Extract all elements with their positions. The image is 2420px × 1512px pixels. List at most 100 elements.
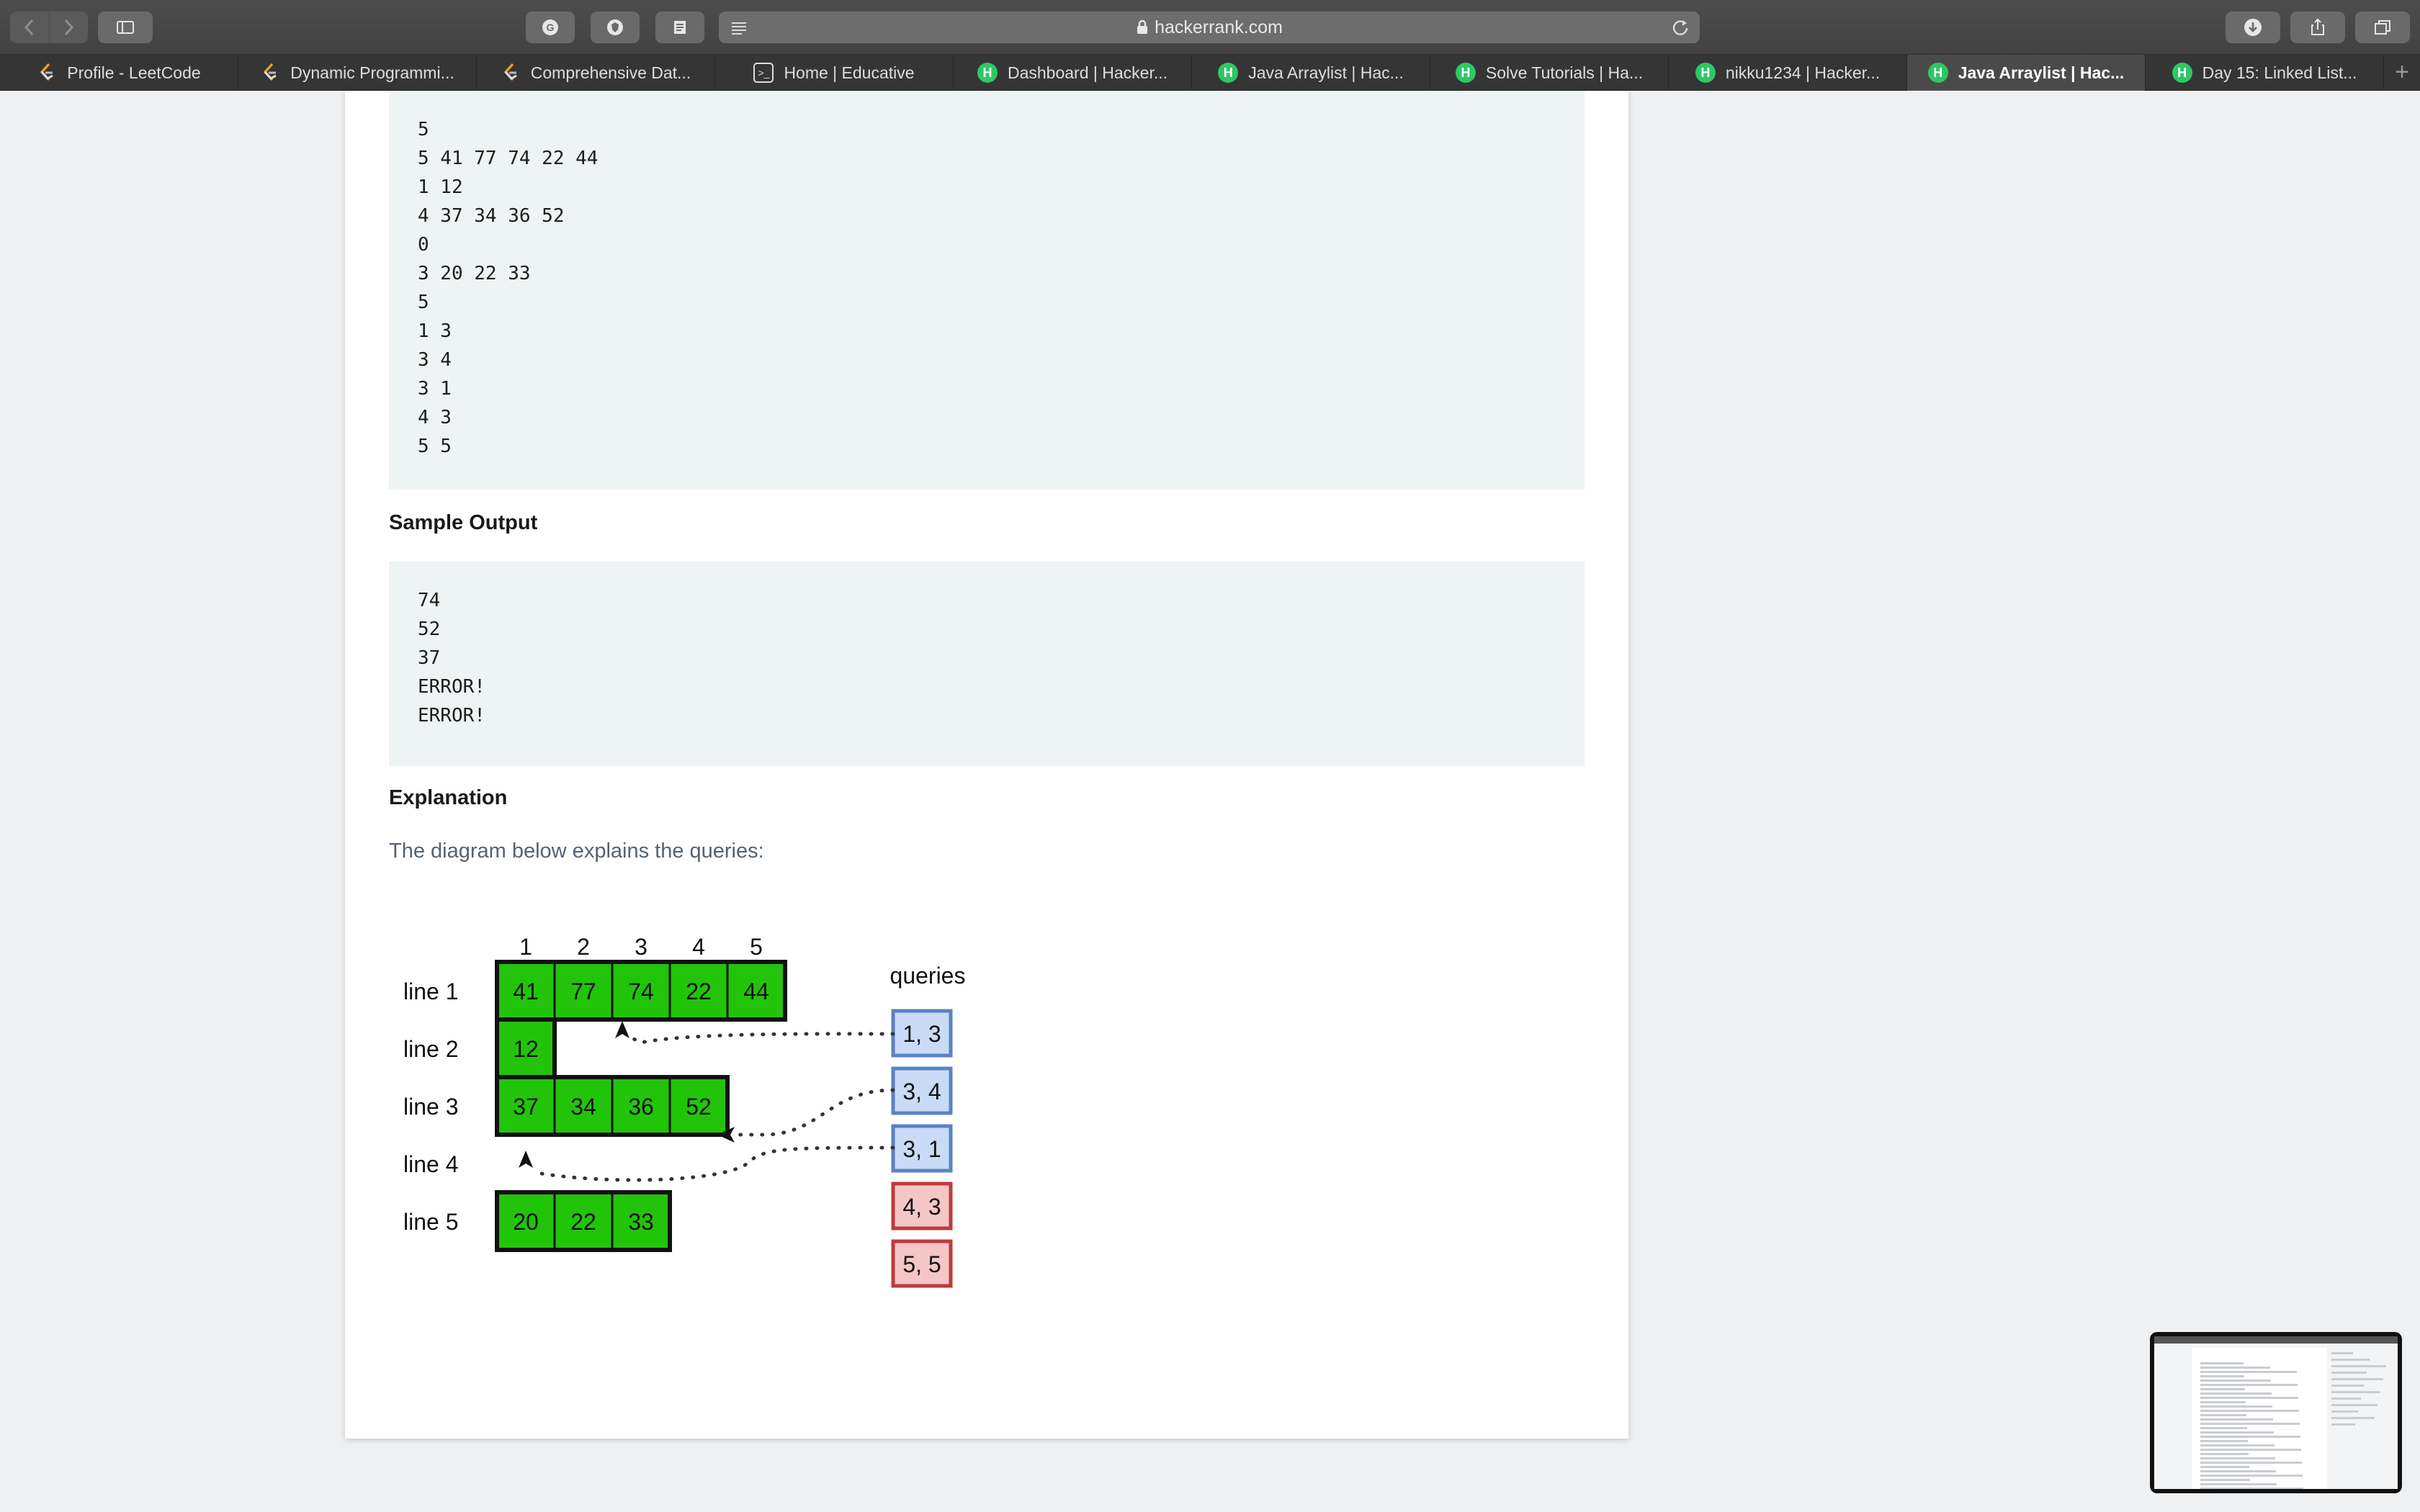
screenshot-thumbnail[interactable] xyxy=(2150,1332,2402,1493)
browser-tab[interactable]: H Day 15: Linked List... xyxy=(2146,55,2384,91)
cell-value: 52 xyxy=(686,1094,712,1120)
lock-icon xyxy=(1137,19,1148,34)
thumbnail-line xyxy=(2200,1384,2298,1386)
cell-value: 37 xyxy=(513,1094,539,1120)
thumbnail-line xyxy=(2200,1483,2277,1485)
thumbnail-line xyxy=(2200,1388,2245,1390)
column-header: 5 xyxy=(750,934,763,960)
forward-button[interactable] xyxy=(48,12,89,43)
thumbnail-line xyxy=(2200,1466,2249,1468)
thumbnail-line xyxy=(2200,1418,2273,1421)
browser-tab[interactable]: H Dashboard | Hacker... xyxy=(954,55,1192,91)
thumbnail-line xyxy=(2331,1398,2361,1400)
browser-tab[interactable]: H Java Arraylist | Hac... xyxy=(1192,55,1430,91)
thumbnail-line xyxy=(2200,1440,2248,1442)
browser-tab[interactable]: Profile - LeetCode xyxy=(0,55,238,91)
browser-tab[interactable]: Hnikku1234 | Hacker... xyxy=(1669,55,1907,91)
tab-overview-button[interactable] xyxy=(2355,12,2410,43)
query-label: 1, 3 xyxy=(902,1021,941,1047)
thumbnail-line xyxy=(2200,1431,2274,1434)
thumbnail-line xyxy=(2200,1405,2272,1408)
browser-tab[interactable]: Comprehensive Dat... xyxy=(477,55,715,91)
chevron-left-icon xyxy=(24,19,33,36)
tab-label: Home | Educative xyxy=(784,63,915,82)
downloads-button[interactable] xyxy=(2226,12,2280,43)
sample-output-text: 74 52 37 ERROR! ERROR! xyxy=(418,590,485,726)
tabs-icon xyxy=(2375,20,2390,35)
tab-label: Profile - LeetCode xyxy=(67,63,201,82)
queries-label: queries xyxy=(890,963,966,989)
thumbnail-line xyxy=(2200,1470,2276,1472)
cell-value: 22 xyxy=(570,1209,596,1235)
cell-value: 77 xyxy=(570,978,596,1004)
grammarly-extension-button[interactable]: G xyxy=(526,12,575,43)
query-label: 5, 5 xyxy=(902,1251,941,1277)
sample-output-heading: Sample Output xyxy=(389,511,538,534)
thumbnail-line xyxy=(2331,1391,2380,1393)
cell-value: 44 xyxy=(743,978,769,1004)
thumbnail-line xyxy=(2331,1372,2367,1374)
cell-value: 74 xyxy=(628,978,654,1004)
hackerrank-icon: H xyxy=(1218,63,1239,83)
thumbnail-line xyxy=(2200,1375,2244,1377)
thumbnail-line xyxy=(2200,1401,2246,1403)
thumbnail-line xyxy=(2331,1404,2378,1406)
educative-icon: >_ xyxy=(753,63,774,83)
thumbnail-line xyxy=(2200,1436,2300,1438)
line-label: line 1 xyxy=(403,978,459,1004)
query-label: 3, 4 xyxy=(902,1079,941,1104)
cell-value: 20 xyxy=(513,1209,539,1235)
grammarly-icon: G xyxy=(542,19,558,35)
tab-label: Comprehensive Dat... xyxy=(530,63,691,82)
share-button[interactable] xyxy=(2290,12,2345,43)
thumbnail-line xyxy=(2200,1414,2246,1416)
thumbnail-line xyxy=(2200,1410,2299,1412)
hackerrank-icon: H xyxy=(1695,63,1716,83)
line-label: line 2 xyxy=(403,1036,459,1062)
cell-value: 22 xyxy=(686,978,712,1004)
thumbnail-line xyxy=(2200,1397,2298,1399)
thumbnail-line xyxy=(2200,1462,2302,1464)
new-tab-button[interactable]: + xyxy=(2384,55,2420,90)
thumbnail-line xyxy=(2200,1475,2303,1477)
thumbnail-line xyxy=(2200,1449,2301,1451)
browser-tab[interactable]: Dynamic Programmi... xyxy=(238,55,477,91)
address-bar[interactable]: hackerrank.com xyxy=(719,12,1700,43)
thumbnail-line xyxy=(2331,1352,2353,1354)
tab-bar: Profile - LeetCode Dynamic Programmi... Co… xyxy=(0,55,2420,91)
notes-extension-button[interactable] xyxy=(655,12,704,43)
thumbnail-line xyxy=(2331,1423,2355,1426)
thumbnail-sidebar xyxy=(2331,1352,2393,1439)
back-button[interactable] xyxy=(10,12,49,43)
cell-value: 36 xyxy=(628,1094,654,1120)
nav-buttons xyxy=(10,12,88,43)
thumbnail-line xyxy=(2200,1457,2275,1459)
explanation-heading: Explanation xyxy=(389,786,508,809)
browser-tab[interactable]: >_ Home | Educative xyxy=(715,55,954,91)
column-header: 4 xyxy=(692,934,705,960)
thumbnail-line xyxy=(2200,1453,2249,1455)
thumbnail-page xyxy=(2192,1348,2327,1489)
svg-text:G: G xyxy=(547,22,555,33)
tab-label: Java Arraylist | Hac... xyxy=(1958,63,2125,82)
cell-value: 33 xyxy=(628,1209,654,1235)
cell-value: 34 xyxy=(570,1094,596,1120)
reload-icon[interactable] xyxy=(1671,18,1690,37)
query-label: 3, 1 xyxy=(902,1136,941,1162)
leetcode-icon xyxy=(260,63,280,83)
thumbnail-line xyxy=(2331,1410,2358,1413)
tab-label: Dynamic Programmi... xyxy=(290,63,454,82)
column-header: 2 xyxy=(577,934,590,960)
share-icon xyxy=(2311,18,2324,35)
vpn-extension-button[interactable] xyxy=(591,12,640,43)
thumbnail-line xyxy=(2200,1371,2297,1373)
thumbnail-line xyxy=(2200,1392,2272,1395)
chevron-right-icon xyxy=(65,19,74,36)
browser-tab[interactable]: H Java Arraylist | Hac... xyxy=(1907,55,2146,91)
browser-tab[interactable]: H Solve Tutorials | Ha... xyxy=(1430,55,1669,91)
queries-diagram: 1 2 3 4 5line 1 41 77 74 22 44line 2 12line 3 37 34 3… xyxy=(403,934,966,1288)
tab-label: Day 15: Linked List... xyxy=(2202,63,2357,82)
query-arrow-path xyxy=(624,1032,895,1045)
hackerrank-icon: H xyxy=(1455,63,1476,83)
sidebar-toggle-button[interactable] xyxy=(98,12,153,43)
